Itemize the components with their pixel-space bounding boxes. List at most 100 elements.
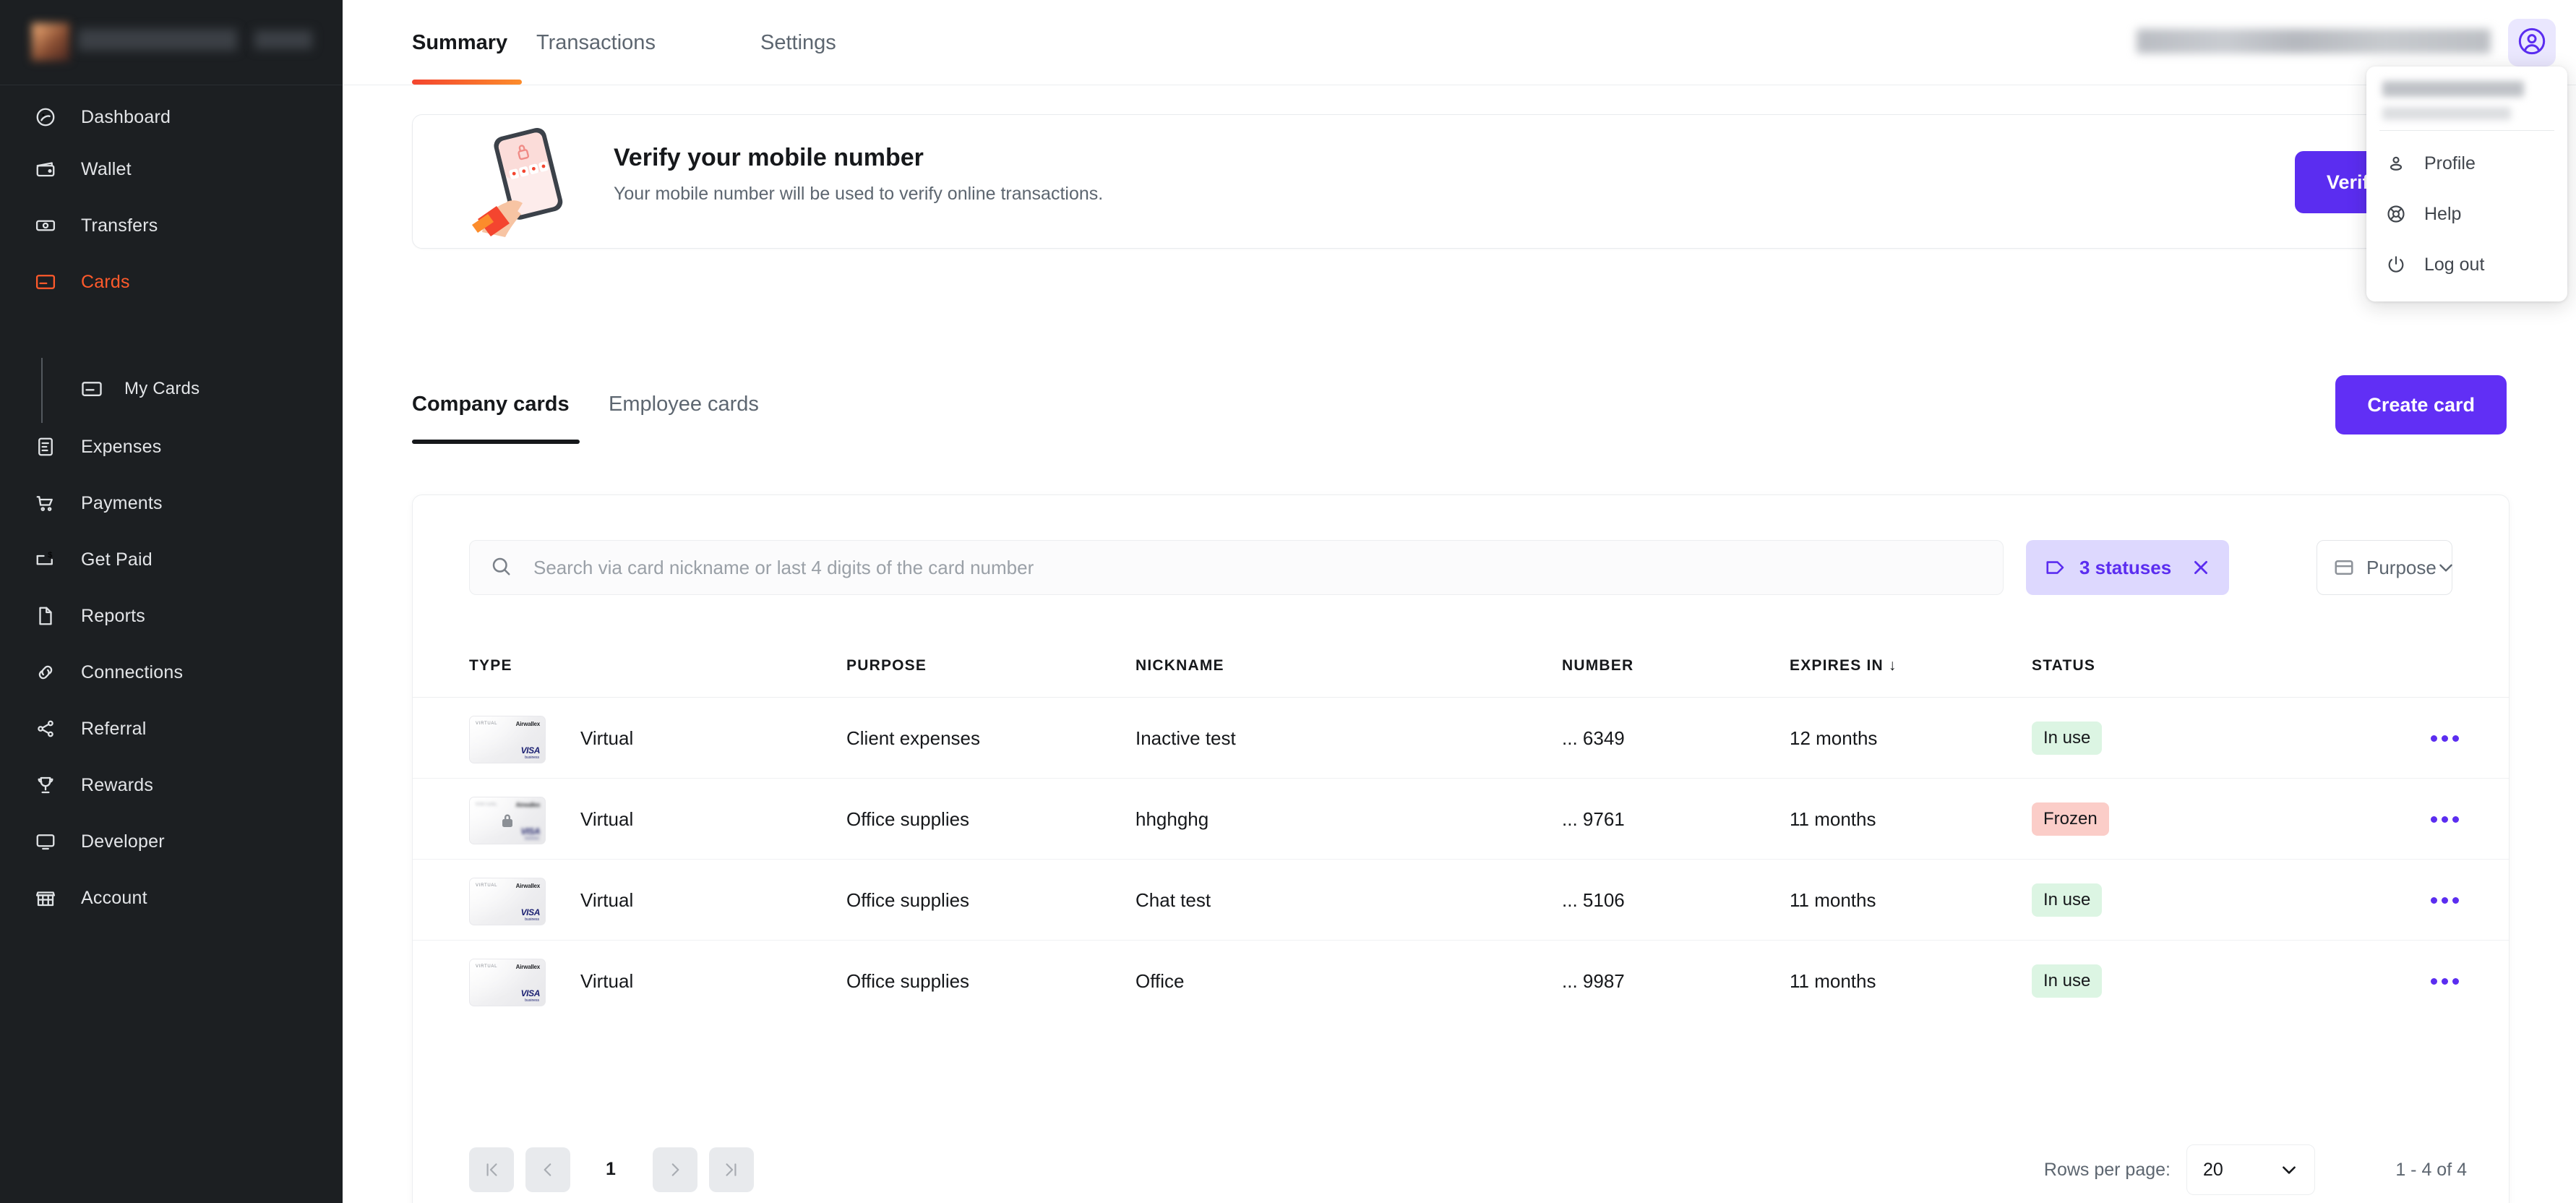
- table-row[interactable]: VIRTUAL Airwallex VISA business Virtual Clien…: [413, 698, 2509, 779]
- cell-type: Virtual: [580, 808, 634, 830]
- more-horizontal-icon[interactable]: [2429, 779, 2461, 860]
- column-header-expires[interactable]: EXPIRES IN ↓: [1790, 657, 1897, 675]
- sidebar-item-rewards[interactable]: Rewards: [0, 762, 343, 808]
- tab-transactions[interactable]: Transactions: [536, 0, 656, 85]
- sidebar-item-label: Developer: [81, 831, 165, 852]
- search-box[interactable]: [469, 540, 2004, 595]
- sidebar-item-label: Account: [81, 887, 147, 908]
- cell-nickname: Inactive test: [1135, 727, 1236, 749]
- cell-status: In use: [2032, 941, 2103, 1022]
- cards-panel: 3 statuses Purpose TYPEPURPOSENICKNAM: [412, 495, 2510, 1203]
- user-dropdown-menu: Profile Help Log out: [2366, 67, 2567, 301]
- sidebar-item-expenses[interactable]: Expenses: [0, 424, 343, 470]
- sidebar-item-wallet[interactable]: Wallet: [0, 146, 343, 192]
- cell-type: Virtual: [580, 727, 634, 749]
- cell-number: ... 6349: [1562, 727, 1625, 749]
- card-tab-active-indicator: [412, 440, 580, 444]
- power-icon: [2384, 254, 2408, 275]
- rows-per-page-select[interactable]: 20: [2186, 1144, 2315, 1195]
- sidebar-item-my-cards[interactable]: My Cards: [0, 367, 343, 411]
- menu-item-profile[interactable]: Profile: [2366, 138, 2567, 189]
- table-row[interactable]: VIRTUAL Airwallex VISA business Virtual Offic…: [413, 779, 2509, 860]
- purpose-filter-chip[interactable]: Purpose: [2317, 540, 2452, 595]
- sidebar-item-dashboard[interactable]: Dashboard: [0, 94, 343, 140]
- card-tab-employee-cards[interactable]: Employee cards: [609, 393, 759, 434]
- first-page-button[interactable]: [469, 1147, 514, 1192]
- next-page-button[interactable]: [653, 1147, 697, 1192]
- wallet-icon: [29, 153, 62, 186]
- visa-logo: VISA: [520, 907, 541, 917]
- sidebar-item-cards[interactable]: Cards: [0, 259, 343, 305]
- sidebar-item-account[interactable]: Account: [0, 875, 343, 921]
- airwallex-logo: Airwallex: [515, 883, 541, 889]
- card-icon: [75, 372, 108, 406]
- menu-item-label: Log out: [2424, 254, 2485, 275]
- avatar[interactable]: [2508, 19, 2556, 67]
- sidebar-item-label: Wallet: [81, 158, 132, 179]
- sidebar-item-transfers[interactable]: Transfers: [0, 202, 343, 249]
- column-header-purpose: PURPOSE: [846, 657, 927, 674]
- rows-per-page-value: 20: [2203, 1159, 2223, 1180]
- sidebar-item-label: Expenses: [81, 436, 162, 457]
- sidebar-item-label: Dashboard: [81, 106, 171, 127]
- chevron-down-icon: [2437, 558, 2455, 577]
- table-row[interactable]: VIRTUAL Airwallex VISA business Virtual Offic…: [413, 860, 2509, 941]
- status-filter-chip[interactable]: 3 statuses: [2026, 540, 2230, 595]
- sidebar-item-label: Rewards: [81, 774, 154, 795]
- menu-item-list: Profile Help Log out: [2366, 138, 2567, 290]
- hand-holding-phone-illustration: [472, 127, 563, 237]
- column-header-type: TYPE: [469, 657, 512, 674]
- menu-item-log-out[interactable]: Log out: [2366, 239, 2567, 290]
- visa-sublabel: business: [525, 998, 539, 1003]
- card-virtual-label: VIRTUAL: [476, 964, 498, 969]
- pagination-bar: 1 Rows per page: 20 1 - 4 of 4: [413, 1114, 2509, 1203]
- storefront-icon: [29, 881, 62, 915]
- tab-summary[interactable]: Summary: [412, 0, 507, 85]
- sidebar-item-connections[interactable]: Connections: [0, 649, 343, 695]
- search-input[interactable]: [533, 556, 1943, 579]
- sidebar-item-developer[interactable]: Developer: [0, 818, 343, 865]
- cart-icon: [29, 487, 62, 520]
- visa-sublabel: business: [525, 917, 539, 922]
- sidebar-item-reports[interactable]: Reports: [0, 593, 343, 639]
- previous-page-button[interactable]: [525, 1147, 570, 1192]
- sidebar-item-get-paid[interactable]: $ Get Paid: [0, 536, 343, 583]
- sidebar-item-label: Cards: [81, 271, 130, 292]
- table-header-row: TYPE PURPOSE NICKNAME NUMBER EXPIRES IN ↓ STA…: [413, 644, 2509, 698]
- more-horizontal-icon[interactable]: [2429, 941, 2461, 1022]
- card-virtual-label: VIRTUAL: [476, 883, 498, 888]
- menu-item-help[interactable]: Help: [2366, 189, 2567, 239]
- current-page-number[interactable]: 1: [596, 1159, 625, 1180]
- sidebar-item-label: Referral: [81, 718, 147, 739]
- chevron-first-icon: [482, 1160, 501, 1179]
- logo-mark-redacted: [32, 23, 69, 61]
- status-badge: In use: [2032, 722, 2103, 755]
- visa-logo: VISA: [520, 745, 541, 755]
- sidebar-item-label: Get Paid: [81, 549, 153, 570]
- banner-title: Verify your mobile number: [614, 144, 924, 171]
- sidebar-item-payments[interactable]: Payments: [0, 480, 343, 526]
- airwallex-logo: Airwallex: [515, 964, 541, 970]
- column-header-status: STATUS: [2032, 657, 2096, 674]
- menu-item-label: Profile: [2424, 153, 2476, 174]
- banknote-icon: [29, 209, 62, 242]
- user-icon: [2384, 153, 2408, 174]
- menu-divider: [2379, 130, 2554, 131]
- cell-type: Virtual: [580, 889, 634, 911]
- last-page-button[interactable]: [709, 1147, 754, 1192]
- table-row[interactable]: VIRTUAL Airwallex VISA business Virtual Offic…: [413, 941, 2509, 1022]
- sidebar-item-referral[interactable]: Referral: [0, 706, 343, 752]
- card-tab-company-cards[interactable]: Company cards: [412, 393, 570, 434]
- more-horizontal-icon[interactable]: [2429, 860, 2461, 941]
- app-logo[interactable]: [0, 0, 343, 85]
- document-icon: [29, 599, 62, 633]
- sidebar-item-label: Connections: [81, 662, 184, 682]
- account-name-redacted: [2137, 29, 2491, 53]
- more-horizontal-icon[interactable]: [2429, 698, 2461, 779]
- cell-number: ... 9761: [1562, 808, 1625, 830]
- main-content: Summary Transactions Settings Profile Help L…: [343, 0, 2576, 1203]
- close-icon[interactable]: [2191, 558, 2210, 577]
- tab-settings[interactable]: Settings: [760, 0, 836, 85]
- status-badge: Frozen: [2032, 802, 2109, 836]
- create-card-button[interactable]: Create card: [2335, 375, 2507, 434]
